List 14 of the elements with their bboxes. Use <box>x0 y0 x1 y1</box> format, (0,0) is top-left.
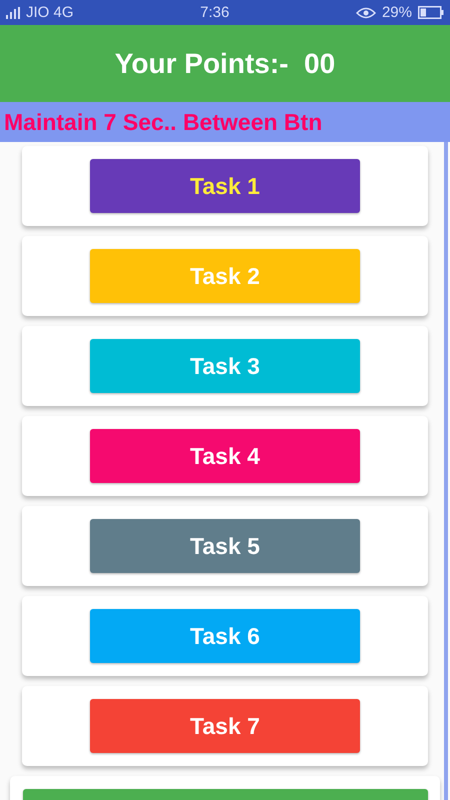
task-button[interactable]: Task 1 <box>90 159 360 213</box>
clock-time: 7:36 <box>200 4 230 21</box>
carrier-label: JIO 4G <box>26 4 74 21</box>
task-button[interactable]: Task 6 <box>90 609 360 663</box>
battery-icon <box>418 6 444 19</box>
points-title: Your Points:- 00 <box>114 48 336 80</box>
task-button[interactable]: Task 4 <box>90 429 360 483</box>
signal-icon <box>6 6 20 18</box>
battery-percent: 29% <box>382 4 412 21</box>
eye-icon <box>356 6 376 18</box>
task-button[interactable]: Task 7 <box>90 699 360 753</box>
task-button[interactable]: Task 3 <box>90 339 360 393</box>
task-button[interactable]: Task 5 <box>90 519 360 573</box>
notice-text: Maintain 7 Sec.. Between Btn <box>4 108 322 136</box>
